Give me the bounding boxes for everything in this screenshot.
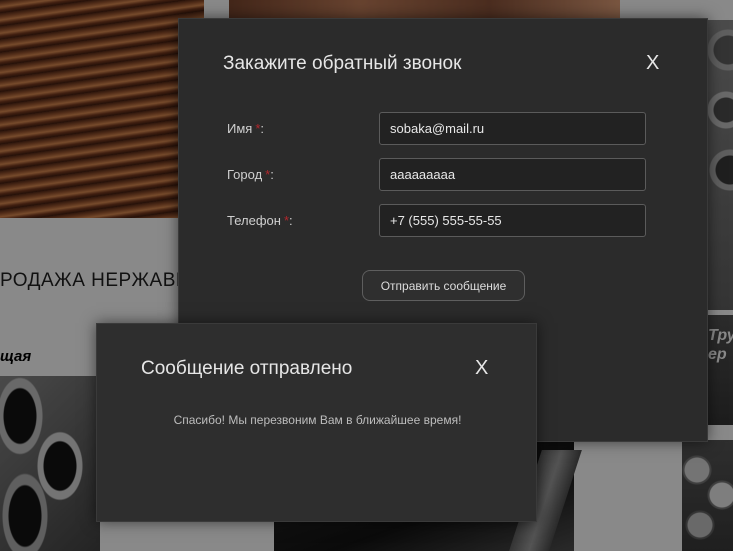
callback-modal-title: Закажите обратный звонок — [223, 53, 462, 74]
phone-label: Телефон *: — [227, 213, 293, 228]
success-message: Спасибо! Мы перезвоним Вам в ближайшее в… — [173, 413, 462, 427]
name-input[interactable] — [379, 112, 646, 145]
success-close-button[interactable]: X — [475, 357, 488, 380]
city-input[interactable] — [379, 158, 646, 191]
form-row-phone: Телефон *: — [227, 204, 647, 237]
name-label: Имя *: — [227, 121, 265, 136]
form-row-name: Имя *: — [227, 112, 647, 145]
send-message-button[interactable]: Отправить сообщение — [362, 270, 525, 301]
success-modal-title: Сообщение отправлено — [141, 358, 353, 379]
callback-close-button[interactable]: X — [646, 52, 659, 75]
form-row-city: Город *: — [227, 158, 647, 191]
success-modal: Сообщение отправлено X Спасибо! Мы перез… — [96, 323, 537, 522]
phone-input[interactable] — [379, 204, 646, 237]
city-label: Город *: — [227, 167, 274, 182]
